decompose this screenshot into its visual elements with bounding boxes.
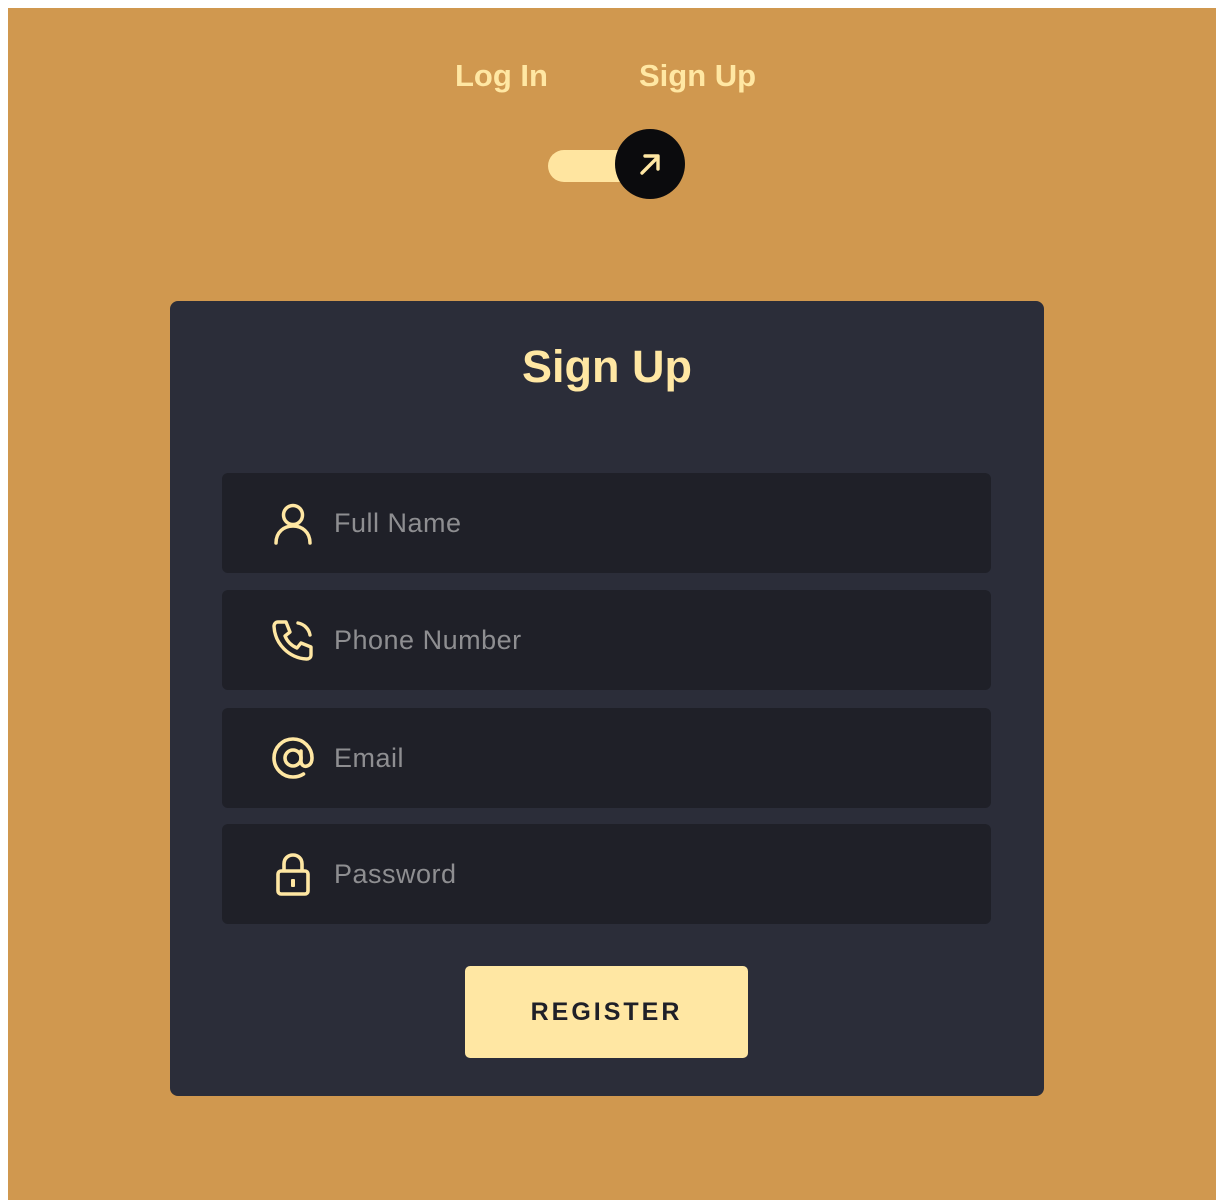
at-sign-icon [268, 733, 318, 783]
signup-label[interactable]: Sign Up [639, 58, 756, 94]
user-icon [268, 498, 318, 548]
mode-switch-labels: Log In Sign Up [8, 58, 1216, 98]
login-label[interactable]: Log In [455, 58, 548, 94]
full-name-field[interactable] [222, 473, 991, 573]
auth-page: Log In Sign Up Sign Up Full Name Phone N… [8, 8, 1216, 1200]
login-signup-toggle[interactable] [546, 128, 688, 200]
full-name-input[interactable] [326, 473, 966, 573]
email-field[interactable] [222, 708, 991, 808]
card-title: Sign Up [522, 341, 692, 392]
password-field[interactable] [222, 824, 991, 924]
email-input[interactable] [326, 708, 966, 808]
toggle-knob[interactable] [615, 129, 685, 199]
register-button[interactable]: REGISTER [465, 966, 748, 1058]
phone-icon [268, 615, 318, 665]
arrow-up-right-icon [640, 154, 660, 175]
signup-card: Sign Up Full Name Phone Number Email REG… [170, 301, 1044, 1096]
phone-number-input[interactable] [326, 590, 966, 690]
phone-number-field[interactable] [222, 590, 991, 690]
password-input[interactable] [326, 824, 966, 924]
lock-icon [268, 849, 318, 899]
